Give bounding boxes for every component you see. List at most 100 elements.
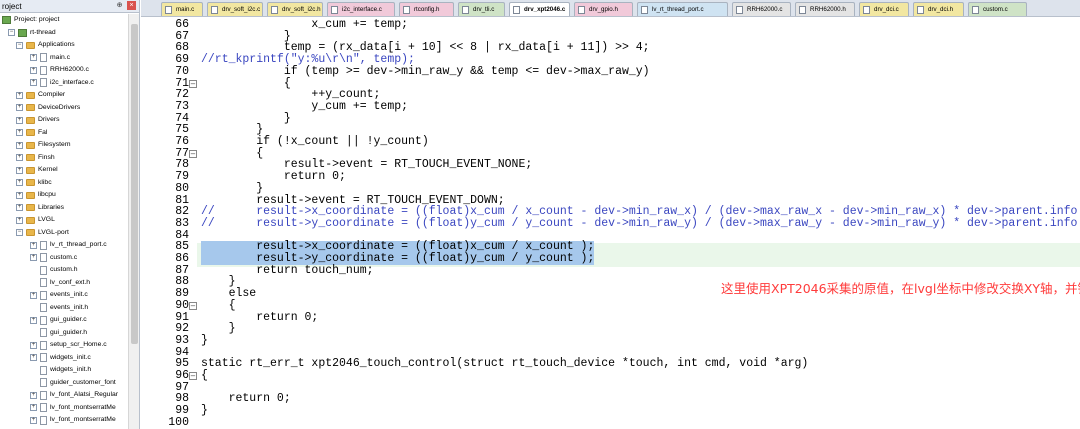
- tree-folder[interactable]: + LVGL: [16, 214, 55, 227]
- editor-tab[interactable]: drv_dci.c: [859, 2, 909, 16]
- expand-icon[interactable]: +: [16, 154, 23, 162]
- tree-file[interactable]: + setup_scr_Home.c: [30, 339, 107, 352]
- editor-tab[interactable]: drv_soft_i2c.h: [267, 2, 323, 16]
- tree-file[interactable]: + events_init.c: [30, 289, 88, 302]
- expand-icon[interactable]: +: [16, 191, 23, 199]
- code-line[interactable]: return 0;: [201, 393, 291, 405]
- tree-file[interactable]: lv_conf_ext.h: [30, 277, 90, 290]
- project-icon: [2, 16, 11, 25]
- expand-icon[interactable]: +: [30, 391, 37, 399]
- tree-file[interactable]: + main.c: [30, 52, 70, 65]
- tree-file[interactable]: widgets_init.h: [30, 364, 91, 377]
- tree-folder[interactable]: + Compiler: [16, 89, 65, 102]
- code-editor[interactable]: 66 67 68 69 70 71−72 73 74 75 76 77−78 79 80 81 82 83 84…: [141, 17, 1080, 429]
- expand-icon[interactable]: +: [16, 179, 23, 187]
- editor-tab[interactable]: main.c: [161, 2, 203, 16]
- tree-file[interactable]: + lv_font_Alatsi_Regular: [30, 389, 118, 402]
- expand-icon[interactable]: +: [30, 354, 37, 362]
- scrollbar-thumb[interactable]: [131, 24, 138, 344]
- collapse-icon[interactable]: −: [16, 41, 23, 49]
- selected-code-line[interactable]: result->y_coordinate = ((float)y_cum / y…: [201, 253, 595, 265]
- tree-target[interactable]: − rt-thread: [8, 27, 56, 40]
- tree-folder[interactable]: + Filesystem: [16, 139, 70, 152]
- panel-scrollbar[interactable]: [128, 14, 139, 429]
- expand-icon[interactable]: +: [16, 129, 23, 137]
- close-icon[interactable]: ×: [127, 1, 136, 10]
- tree-folder[interactable]: + Kernel: [16, 164, 58, 177]
- code-line[interactable]: }: [201, 405, 208, 417]
- code-comment-line[interactable]: // result->y_coordinate = ((float)y_cum …: [201, 218, 1080, 230]
- code-line[interactable]: if (!x_count || !y_count): [201, 136, 429, 148]
- tree-folder[interactable]: + DeviceDrivers: [16, 102, 80, 115]
- code-line[interactable]: y_cum += temp;: [201, 101, 408, 113]
- editor-tab[interactable]: rtconfig.h: [399, 2, 454, 16]
- editor-tab[interactable]: RRH62000.c: [732, 2, 791, 16]
- editor-tab[interactable]: custom.c: [968, 2, 1027, 16]
- tree-folder[interactable]: + Fal: [16, 127, 47, 140]
- editor-tab[interactable]: drv_soft_i2c.c: [207, 2, 263, 16]
- editor-tab[interactable]: drv_tli.c: [458, 2, 505, 16]
- expand-icon[interactable]: +: [30, 66, 37, 74]
- code-line[interactable]: {: [201, 370, 208, 382]
- expand-icon[interactable]: +: [16, 141, 23, 149]
- fold-toggle-icon[interactable]: −: [189, 372, 197, 380]
- expand-icon[interactable]: +: [30, 316, 37, 324]
- code-line[interactable]: x_cum += temp;: [201, 19, 408, 31]
- expand-icon[interactable]: +: [30, 54, 37, 62]
- expand-icon[interactable]: +: [16, 104, 23, 112]
- editor-tab[interactable]: lv_rt_thread_port.c: [637, 2, 728, 16]
- expand-icon[interactable]: +: [16, 91, 23, 99]
- expand-icon[interactable]: +: [16, 166, 23, 174]
- collapse-icon[interactable]: −: [8, 29, 15, 37]
- file-icon: [331, 6, 338, 14]
- expand-icon[interactable]: +: [16, 216, 23, 224]
- code-line[interactable]: }: [201, 183, 263, 195]
- fold-toggle-icon[interactable]: −: [189, 301, 197, 310]
- fold-toggle-icon[interactable]: −: [189, 79, 197, 88]
- fold-toggle-icon[interactable]: −: [189, 149, 197, 158]
- editor-tab[interactable]: drv_dci.h: [913, 2, 964, 16]
- tree-folder[interactable]: + Libraries: [16, 202, 64, 215]
- pin-icon[interactable]: ⊕: [115, 1, 124, 10]
- tree-folder[interactable]: + Finsh: [16, 152, 55, 165]
- code-line[interactable]: {: [201, 300, 236, 312]
- editor-tab[interactable]: drv_gpio.h: [574, 2, 633, 16]
- tree-folder[interactable]: + libcpu: [16, 189, 56, 202]
- tree-file[interactable]: custom.h: [30, 264, 78, 277]
- collapse-icon[interactable]: −: [16, 229, 23, 237]
- code-line[interactable]: return 0;: [201, 171, 346, 183]
- expand-icon[interactable]: +: [30, 416, 37, 424]
- tree-file[interactable]: guider_customer_font: [30, 377, 116, 390]
- tree-file[interactable]: + custom.c: [30, 252, 77, 265]
- code-line[interactable]: else: [201, 288, 257, 300]
- expand-icon[interactable]: +: [16, 116, 23, 124]
- code-line[interactable]: }: [201, 335, 208, 347]
- code-line[interactable]: if (temp >= dev->min_raw_y && temp <= de…: [201, 66, 650, 78]
- tree-file[interactable]: + lv_font_montserratMe: [30, 414, 116, 427]
- tree-file[interactable]: + RRH62000.c: [30, 64, 89, 77]
- tree-file[interactable]: + i2c_interface.c: [30, 77, 94, 90]
- tree-file[interactable]: events_init.h: [30, 302, 88, 315]
- tree-folder[interactable]: − LVGL-port: [16, 227, 69, 240]
- tree-file[interactable]: gui_guider.h: [30, 327, 87, 340]
- expand-icon[interactable]: +: [30, 241, 37, 249]
- tree-folder[interactable]: + klibc: [16, 177, 52, 190]
- tree-folder[interactable]: + Drivers: [16, 114, 60, 127]
- expand-icon[interactable]: +: [30, 404, 37, 412]
- code-line[interactable]: static rt_err_t xpt2046_touch_control(st…: [201, 358, 808, 370]
- expand-icon[interactable]: +: [30, 79, 37, 87]
- tree-file[interactable]: + gui_guider.c: [30, 314, 87, 327]
- tree-file[interactable]: + lv_rt_thread_port.c: [30, 239, 107, 252]
- tree-file[interactable]: + widgets_init.c: [30, 352, 91, 365]
- editor-tab[interactable]: i2c_interface.c: [327, 2, 395, 16]
- expand-icon[interactable]: +: [16, 204, 23, 212]
- code-comment-line[interactable]: //rt_kprintf("y:%u\r\n", temp);: [201, 54, 415, 66]
- tree-file[interactable]: + lv_font_montserratMe: [30, 402, 116, 415]
- editor-tab[interactable]: drv_xpt2046.c: [509, 2, 570, 16]
- expand-icon[interactable]: +: [30, 254, 37, 262]
- editor-tab[interactable]: RRH62000.h: [795, 2, 855, 16]
- tree-root[interactable]: Project: project: [2, 14, 59, 27]
- expand-icon[interactable]: +: [30, 291, 37, 299]
- expand-icon[interactable]: +: [30, 341, 37, 349]
- tree-folder[interactable]: − Applications: [16, 39, 75, 52]
